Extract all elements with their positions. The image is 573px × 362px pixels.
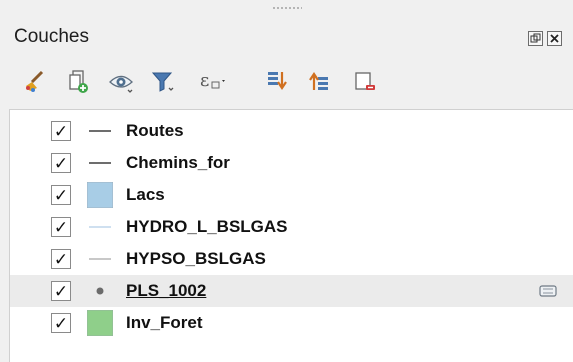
point-symbol-icon [87,278,113,304]
collapse-all-icon[interactable] [306,66,336,96]
layer-row[interactable]: ✓ Chemins_for [10,147,573,179]
layer-row[interactable]: ✓ Lacs [10,179,573,211]
line-symbol-icon [87,246,113,272]
layer-row[interactable]: ✓ Inv_Foret [10,307,573,339]
style-brush-icon[interactable] [20,66,50,96]
layer-name: Chemins_for [126,153,230,172]
polygon-symbol-icon [87,182,113,208]
layer-row[interactable]: ✓ HYPSO_BSLGAS [10,243,573,275]
layer-name: Inv_Foret [126,313,203,332]
layer-visibility-checkbox[interactable]: ✓ [51,249,71,269]
line-symbol-icon [87,214,113,240]
visibility-eye-icon[interactable] [106,66,136,96]
layer-visibility-checkbox[interactable]: ✓ [51,281,71,301]
layer-name: PLS_1002 [126,281,207,300]
layer-name: HYDRO_L_BSLGAS [126,217,288,236]
layer-visibility-checkbox[interactable]: ✓ [51,185,71,205]
remove-layer-icon[interactable] [350,66,380,96]
filter-legend-icon[interactable] [148,66,178,96]
drag-grip[interactable] [272,6,302,10]
svg-text:ε: ε [200,70,209,91]
close-icon[interactable] [547,31,562,46]
add-group-icon[interactable] [64,66,94,96]
float-window-icon[interactable] [528,31,543,46]
layer-visibility-checkbox[interactable]: ✓ [51,217,71,237]
filter-expression-icon[interactable]: ε [196,66,226,96]
layer-name: Routes [126,121,184,140]
panel-title: Couches [14,26,89,47]
layer-name: HYPSO_BSLGAS [126,249,266,268]
expand-all-icon[interactable] [262,66,292,96]
layer-visibility-checkbox[interactable]: ✓ [51,153,71,173]
polygon-symbol-icon [87,310,113,336]
layer-tree: ✓ Routes ✓ Chemins_for ✓ Lacs ✓ HYDRO_L_BSLGAS ✓… [9,109,573,362]
embedded-layer-icon[interactable] [538,283,558,299]
layer-row[interactable]: ✓ Routes [10,115,573,147]
layers-toolbar: ε [0,62,573,100]
layers-panel: Couches ε ✓ Routes ✓ Chemins_for ✓ Lacs … [0,0,573,362]
layer-visibility-checkbox[interactable]: ✓ [51,313,71,333]
layer-visibility-checkbox[interactable]: ✓ [51,121,71,141]
line-symbol-icon [87,150,113,176]
layer-name: Lacs [126,185,165,204]
line-symbol-icon [87,118,113,144]
layer-row[interactable]: ✓ HYDRO_L_BSLGAS [10,211,573,243]
layer-row[interactable]: ✓ PLS_1002 [10,275,573,307]
